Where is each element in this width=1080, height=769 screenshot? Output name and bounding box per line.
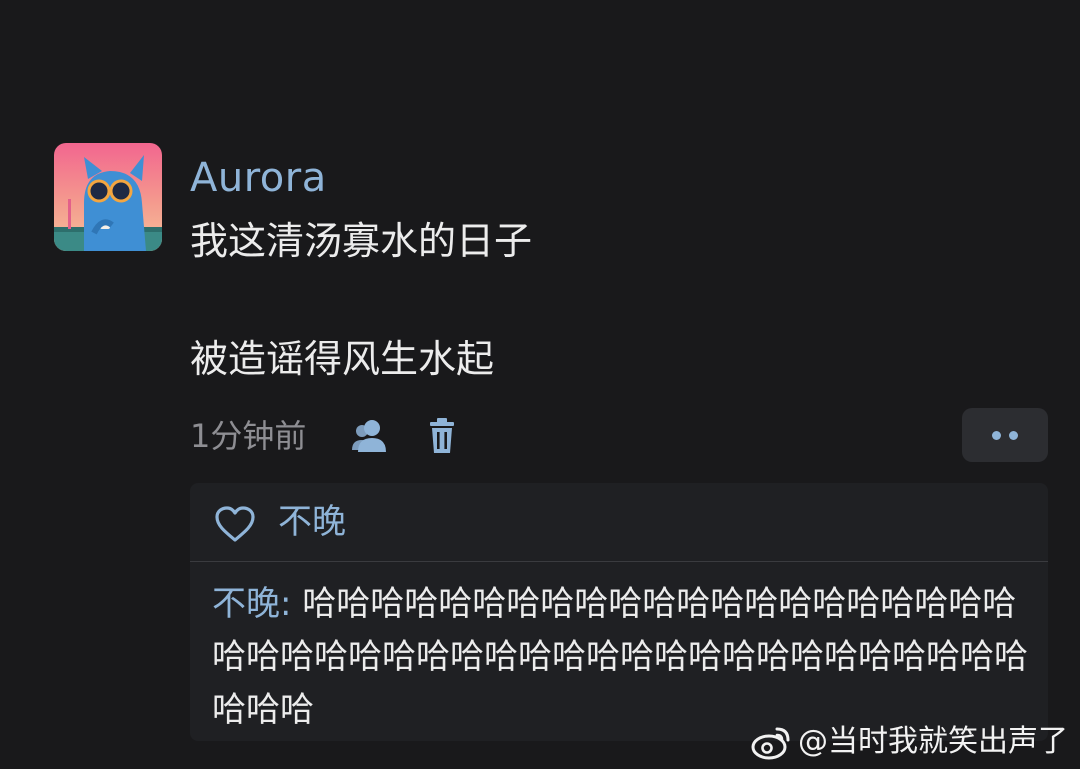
likes-row: 不晚 xyxy=(190,483,1048,562)
weibo-icon xyxy=(751,727,790,760)
person-icon[interactable] xyxy=(350,416,390,456)
more-dot xyxy=(1009,430,1018,440)
comment-text: 哈哈哈哈哈哈哈哈哈哈哈哈哈哈哈哈哈哈哈哈哈哈哈哈哈哈哈哈哈哈哈哈哈哈哈哈哈哈哈哈… xyxy=(212,584,1028,730)
liker-name[interactable]: 不晚 xyxy=(278,499,346,545)
post-text-line-2: 被造谣得风生水起 xyxy=(190,337,495,381)
post-text-line-1: 我这清汤寡水的日子 xyxy=(190,219,533,263)
comment-item[interactable]: 不晚: 哈哈哈哈哈哈哈哈哈哈哈哈哈哈哈哈哈哈哈哈哈哈哈哈哈哈哈哈哈哈哈哈哈哈哈哈… xyxy=(212,578,1042,737)
trash-icon[interactable] xyxy=(422,416,462,456)
post-username[interactable]: Aurora xyxy=(190,152,327,204)
post-timestamp: 1分钟前 xyxy=(190,417,307,455)
cat-avatar-icon xyxy=(54,143,162,251)
comment-separator: : xyxy=(280,584,303,624)
watermark: @当时我就笑出声了 xyxy=(750,722,1068,762)
moments-post-screen: Aurora 我这清汤寡水的日子 被造谣得风生水起 1分钟前 不晚 不晚: 哈哈… xyxy=(0,0,1080,769)
interaction-panel: 不晚 不晚: 哈哈哈哈哈哈哈哈哈哈哈哈哈哈哈哈哈哈哈哈哈哈哈哈哈哈哈哈哈哈哈哈哈… xyxy=(190,483,1048,741)
more-dot xyxy=(992,430,1001,440)
avatar[interactable] xyxy=(54,143,162,251)
heart-icon xyxy=(215,506,255,542)
watermark-text: @当时我就笑出声了 xyxy=(798,724,1068,759)
comment-author[interactable]: 不晚 xyxy=(212,584,280,624)
more-dots-icon[interactable] xyxy=(962,408,1048,462)
